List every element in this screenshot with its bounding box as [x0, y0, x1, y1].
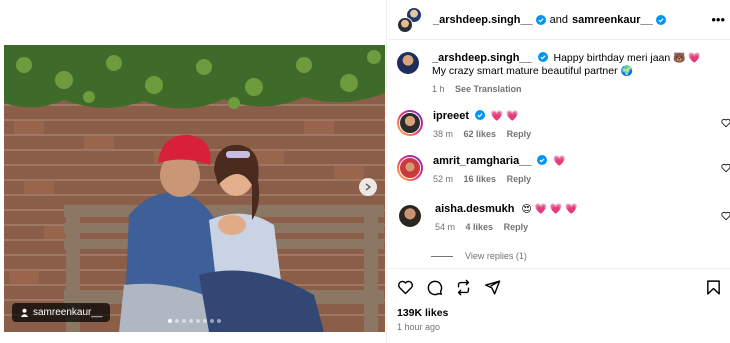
comment-likes[interactable]: 4 likes	[466, 222, 494, 232]
post-header: _arshdeep.singh__ and samreenkaur__ •••	[387, 0, 730, 40]
comment-username[interactable]: ipreeet	[433, 110, 469, 122]
story-ring[interactable]	[397, 155, 423, 181]
verified-badge-icon	[535, 14, 546, 25]
comment-time: 38 m	[433, 129, 454, 139]
caption-username[interactable]: _arshdeep.singh__	[432, 52, 532, 64]
carousel-dot	[217, 319, 221, 323]
carousel-dot	[175, 319, 179, 323]
comment-username[interactable]: aisha.desmukh	[435, 203, 514, 215]
post-timestamp: 1 hour ago	[397, 322, 441, 332]
story-ring[interactable]	[397, 110, 423, 136]
chevron-right-icon	[365, 183, 372, 191]
avatar	[399, 157, 421, 179]
see-translation-link[interactable]: See Translation	[455, 84, 522, 94]
comment-like-heart-icon[interactable]	[721, 118, 730, 128]
divider	[431, 255, 453, 257]
reply-button[interactable]: Reply	[507, 129, 532, 139]
comment-time: 54 m	[435, 222, 456, 232]
carousel-dot	[182, 319, 186, 323]
post-photo	[4, 45, 385, 332]
caption-line-2: My crazy smart mature beautiful partner	[432, 65, 618, 77]
collab-avatars[interactable]	[397, 6, 423, 33]
save-bookmark-icon[interactable]	[705, 279, 722, 296]
share-send-icon[interactable]	[484, 279, 501, 296]
person-icon	[20, 308, 29, 317]
like-heart-icon[interactable]	[397, 279, 414, 296]
comment-time: 52 m	[433, 174, 454, 184]
carousel-next-button[interactable]	[359, 178, 377, 196]
comment-likes[interactable]: 16 likes	[464, 174, 497, 184]
caption-emoji-1: 🐻 💗	[673, 53, 701, 64]
header-username-1[interactable]: _arshdeep.singh__	[433, 14, 533, 26]
comment-like-heart-icon[interactable]	[721, 211, 730, 221]
reply-button[interactable]: Reply	[504, 222, 529, 232]
carousel-dots	[4, 319, 385, 323]
avatar[interactable]	[397, 52, 419, 74]
post-actions	[397, 279, 501, 296]
caption-line-1: Happy birthday meri jaan	[553, 52, 671, 64]
post-caption: _arshdeep.singh__ Happy birthday meri ja…	[397, 52, 727, 96]
likes-count[interactable]: 139K likes	[397, 307, 448, 319]
comment-item: ipreeet 💗 💗 38 m 62 likes Reply	[397, 110, 730, 141]
comment-item: amrit_ramgharia__ 💗 52 m 16 likes Reply	[397, 155, 730, 186]
comment-item: aisha.desmukh 😍 💗 💗 💗 54 m 4 likes Reply	[397, 203, 730, 234]
carousel-dot	[196, 319, 200, 323]
header-connector: and	[549, 13, 569, 26]
user-tag-label: samreenkaur__	[33, 307, 103, 318]
avatar	[397, 16, 413, 33]
carousel-dot	[203, 319, 207, 323]
comment-icon[interactable]	[426, 279, 443, 296]
comment-text: 😍 💗 💗 💗	[521, 204, 578, 215]
carousel-dot	[189, 319, 193, 323]
actions-divider	[387, 268, 730, 269]
header-username-2[interactable]: samreenkaur__	[572, 14, 653, 26]
view-replies-button[interactable]: View replies (1)	[431, 251, 527, 261]
view-replies-label: View replies (1)	[465, 251, 527, 261]
carousel-dot	[168, 319, 172, 323]
verified-badge-icon	[537, 52, 548, 62]
verified-badge-icon	[537, 155, 548, 165]
more-options-icon[interactable]: •••	[711, 13, 725, 26]
comment-text: 💗	[553, 156, 566, 167]
avatar	[399, 112, 421, 134]
reply-button[interactable]: Reply	[507, 174, 532, 184]
comment-likes[interactable]: 62 likes	[464, 129, 497, 139]
verified-badge-icon	[475, 110, 485, 120]
repost-icon[interactable]	[455, 279, 472, 296]
caption-time: 1 h	[432, 84, 445, 94]
comment-text: 💗 💗	[490, 111, 519, 122]
carousel-dot	[210, 319, 214, 323]
comment-username[interactable]: amrit_ramgharia__	[433, 155, 531, 167]
caption-emoji-2: 🌍	[620, 66, 633, 77]
post-panel: _arshdeep.singh__ and samreenkaur__ ••• …	[386, 0, 730, 343]
avatar[interactable]	[399, 205, 421, 227]
verified-badge-icon	[655, 14, 666, 25]
comment-like-heart-icon[interactable]	[721, 163, 730, 173]
post-media[interactable]: samreenkaur__	[4, 45, 385, 332]
